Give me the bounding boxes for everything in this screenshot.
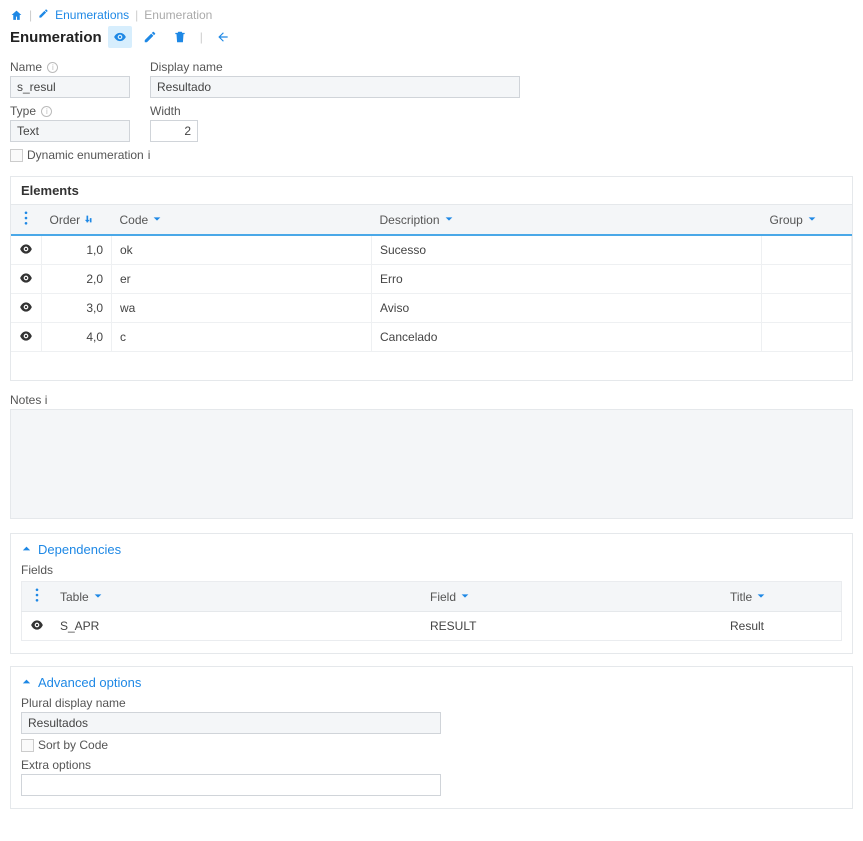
- cell-order: 3,0: [42, 294, 112, 323]
- view-button[interactable]: [108, 26, 132, 48]
- display-name-field[interactable]: [150, 76, 520, 98]
- cell-group: [762, 294, 852, 323]
- display-name-label: Display name: [150, 60, 520, 74]
- sort-by-code-checkbox[interactable]: [21, 739, 34, 752]
- col-field[interactable]: Field: [422, 582, 722, 612]
- chevron-down-icon: [807, 213, 817, 227]
- cell-table: S_APR: [52, 612, 422, 641]
- home-icon[interactable]: [10, 9, 23, 22]
- width-field[interactable]: [150, 120, 198, 142]
- row-eye-icon[interactable]: [11, 323, 42, 352]
- chevron-up-icon: [21, 675, 32, 690]
- cell-description: Aviso: [372, 294, 762, 323]
- toolbar-sep: |: [200, 30, 203, 44]
- info-icon[interactable]: i: [45, 393, 48, 407]
- cell-title: Result: [722, 612, 842, 641]
- elements-title: Elements: [11, 177, 852, 204]
- cell-order: 2,0: [42, 265, 112, 294]
- chevron-down-icon: [93, 590, 103, 604]
- dynamic-enum-checkbox[interactable]: [10, 149, 23, 162]
- sort-asc-icon: [84, 213, 94, 227]
- table-row[interactable]: 1,0okSucesso: [11, 235, 852, 265]
- col-code[interactable]: Code: [112, 205, 372, 236]
- fields-label: Fields: [21, 563, 842, 577]
- notes-label: Notes i: [10, 393, 853, 407]
- cell-group: [762, 235, 852, 265]
- extra-options-label: Extra options: [21, 758, 842, 772]
- advanced-panel: Advanced options Plural display name Sor…: [10, 666, 853, 809]
- cell-group: [762, 265, 852, 294]
- cell-order: 1,0: [42, 235, 112, 265]
- breadcrumb: | Enumerations | Enumeration: [10, 8, 853, 22]
- info-icon[interactable]: i: [41, 106, 52, 117]
- edit-button[interactable]: [138, 26, 162, 48]
- cell-code: er: [112, 265, 372, 294]
- cell-description: Cancelado: [372, 323, 762, 352]
- info-icon[interactable]: i: [47, 62, 58, 73]
- cell-order: 4,0: [42, 323, 112, 352]
- pencil-icon: [38, 8, 49, 22]
- col-menu[interactable]: [11, 205, 42, 236]
- cell-group: [762, 323, 852, 352]
- col-title[interactable]: Title: [722, 582, 842, 612]
- chevron-down-icon: [444, 213, 454, 227]
- cell-description: Sucesso: [372, 235, 762, 265]
- width-label: Width: [150, 104, 198, 118]
- back-button[interactable]: [211, 26, 235, 48]
- dependencies-toggle[interactable]: Dependencies: [21, 542, 842, 557]
- col-description[interactable]: Description: [372, 205, 762, 236]
- delete-button[interactable]: [168, 26, 192, 48]
- plural-field[interactable]: [21, 712, 441, 734]
- name-field[interactable]: [10, 76, 130, 98]
- chevron-down-icon: [756, 590, 766, 604]
- plural-label: Plural display name: [21, 696, 842, 710]
- breadcrumb-sep: |: [135, 8, 138, 22]
- col-group[interactable]: Group: [762, 205, 852, 236]
- table-row[interactable]: 2,0erErro: [11, 265, 852, 294]
- cell-code: wa: [112, 294, 372, 323]
- row-eye-icon[interactable]: [11, 265, 42, 294]
- name-label: Name i: [10, 60, 130, 74]
- chevron-down-icon: [460, 590, 470, 604]
- dynamic-enum-label: Dynamic enumeration: [27, 148, 144, 162]
- sort-by-code-label: Sort by Code: [38, 738, 108, 752]
- breadcrumb-sep: |: [29, 8, 32, 22]
- cell-field: RESULT: [422, 612, 722, 641]
- breadcrumb-enumerations[interactable]: Enumerations: [55, 8, 129, 22]
- col-table[interactable]: Table: [52, 582, 422, 612]
- type-field[interactable]: [10, 120, 130, 142]
- dependencies-table: Table Field Title S_APRRESULTResult: [21, 581, 842, 641]
- row-eye-icon[interactable]: [22, 612, 53, 641]
- row-eye-icon[interactable]: [11, 294, 42, 323]
- chevron-down-icon: [152, 213, 162, 227]
- page-title: Enumeration: [10, 29, 102, 46]
- info-icon[interactable]: i: [148, 148, 151, 162]
- table-row[interactable]: 4,0cCancelado: [11, 323, 852, 352]
- cell-description: Erro: [372, 265, 762, 294]
- advanced-toggle[interactable]: Advanced options: [21, 675, 842, 690]
- elements-table: Order Code Description Group 1,0okSucess…: [11, 204, 852, 352]
- cell-code: c: [112, 323, 372, 352]
- elements-panel: Elements Order Code Description Group 1,…: [10, 176, 853, 381]
- table-row[interactable]: S_APRRESULTResult: [22, 612, 842, 641]
- col-order[interactable]: Order: [42, 205, 112, 236]
- title-toolbar: Enumeration |: [10, 26, 853, 48]
- cell-code: ok: [112, 235, 372, 265]
- col-menu[interactable]: [22, 582, 53, 612]
- notes-field[interactable]: [10, 409, 853, 519]
- extra-options-field[interactable]: [21, 774, 441, 796]
- type-label: Type i: [10, 104, 130, 118]
- row-eye-icon[interactable]: [11, 235, 42, 265]
- table-row[interactable]: 3,0waAviso: [11, 294, 852, 323]
- dependencies-panel: Dependencies Fields Table Field Title S_…: [10, 533, 853, 654]
- chevron-up-icon: [21, 542, 32, 557]
- breadcrumb-current: Enumeration: [144, 8, 212, 22]
